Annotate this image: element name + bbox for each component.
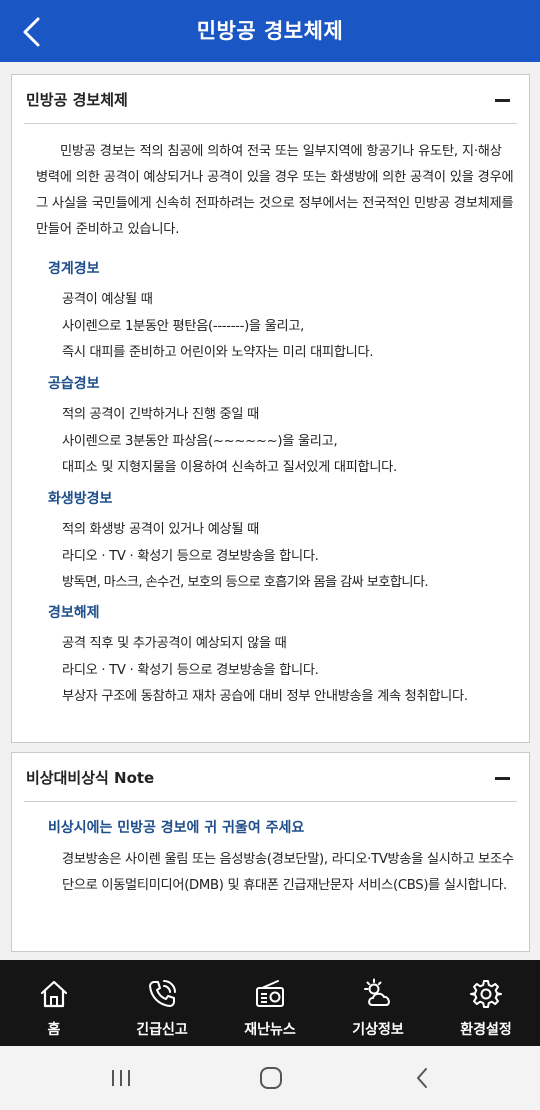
tab-home[interactable]: 홈 (0, 960, 108, 1046)
phone-call-icon (149, 980, 176, 1007)
tab-label: 홈 (47, 1022, 61, 1038)
card-title: 비상대비상식 Note (26, 769, 155, 787)
section-line: 사이렌으로 3분동안 파상음(~~~~~~)을 울리고, (62, 433, 338, 449)
tab-emergency-report[interactable]: 긴급신고 (108, 960, 216, 1046)
section-line: 공격 직후 및 추가공격이 예상되지 않을 때 (62, 636, 287, 651)
gear-icon (470, 980, 502, 1008)
intro-paragraph: 민방공 경보는 적의 침공에 의하여 전국 또는 일부지역에 항공기나 유도탄,… (36, 144, 514, 237)
weather-icon (364, 978, 390, 1006)
recent-apps-button[interactable] (101, 1062, 141, 1094)
tab-disaster-news[interactable]: 재난뉴스 (216, 960, 324, 1046)
section-title: 경계경보 (48, 261, 100, 277)
section-title: 화생방경보 (48, 491, 113, 507)
tab-label: 재난뉴스 (244, 1022, 296, 1038)
section-body: 공격이 예상될 때 사이렌으로 1분동안 평탄음(-------)을 울리고, … (48, 287, 517, 367)
note-body: 경보방송은 사이렌 울림 또는 음성방송(경보단말), 라디오·TV방송을 실시… (62, 852, 514, 893)
collapse-button[interactable] (491, 89, 513, 111)
home-nav-button[interactable] (251, 1062, 291, 1094)
tab-label: 기상정보 (352, 1022, 404, 1038)
section-line: 라디오 · TV · 확성기 등으로 경보방송을 합니다. (62, 548, 319, 564)
back-icon (417, 1068, 427, 1088)
section-air-raid: 공습경보 적의 공격이 긴박하거나 진행 중일 때 사이렌으로 3분동안 파상음… (48, 370, 517, 482)
page-title: 민방공 경보체제 (196, 19, 344, 43)
radio-icon (256, 980, 284, 1007)
system-navigation-bar (0, 1046, 540, 1110)
bottom-tab-bar: 홈 긴급신고 재난뉴스 기상정보 환경설정 (0, 960, 540, 1046)
minus-icon (494, 776, 510, 780)
recent-apps-icon (112, 1070, 130, 1086)
section-line: 대피소 및 지형지물을 이용하여 신속하고 질서있게 대피합니다. (62, 460, 397, 475)
card-title: 민방공 경보체제 (26, 91, 128, 109)
home-icon (40, 980, 68, 1008)
section-all-clear: 경보해제 공격 직후 및 추가공격이 예상되지 않을 때 라디오 · TV · … (48, 599, 517, 711)
minus-icon (494, 98, 510, 102)
app-header: 민방공 경보체제 (0, 0, 540, 62)
section-line: 사이렌으로 1분동안 평탄음(-------)을 울리고, (62, 318, 305, 334)
section-line: 적의 화생방 공격이 있거나 예상될 때 (62, 522, 259, 537)
section-title: 경보해제 (48, 605, 100, 621)
section-line: 공격이 예상될 때 (62, 292, 153, 307)
emergency-note-card: 비상대비상식 Note 비상시에는 민방공 경보에 귀 귀울여 주세요 경보방송… (11, 752, 530, 952)
content-area[interactable]: 민방공 경보체제 민방공 경보는 적의 침공에 의하여 전국 또는 일부지역에 … (0, 62, 540, 960)
section-line: 방독면, 마스크, 손수건, 보호의 등으로 호흡기와 몸을 감싸 보호합니다. (62, 575, 429, 590)
tab-label: 환경설정 (460, 1022, 512, 1038)
section-line: 적의 공격이 긴박하거나 진행 중일 때 (62, 407, 259, 422)
tab-weather-info[interactable]: 기상정보 (324, 960, 432, 1046)
card-header[interactable]: 비상대비상식 Note (24, 753, 517, 802)
collapse-button[interactable] (491, 767, 513, 789)
tab-settings[interactable]: 환경설정 (432, 960, 540, 1046)
warning-system-card: 민방공 경보체제 민방공 경보는 적의 침공에 의하여 전국 또는 일부지역에 … (11, 74, 530, 743)
back-nav-button[interactable] (402, 1062, 442, 1094)
section-body: 공격 직후 및 추가공격이 예상되지 않을 때 라디오 · TV · 확성기 등… (48, 631, 517, 711)
section-body: 적의 공격이 긴박하거나 진행 중일 때 사이렌으로 3분동안 파상음(~~~~… (48, 402, 517, 482)
section-cbr-warning: 화생방경보 적의 화생방 공격이 있거나 예상될 때 라디오 · TV · 확성… (48, 485, 517, 597)
section-line: 즉시 대피를 준비하고 어린이와 노약자는 미리 대피합니다. (62, 345, 374, 360)
tab-label: 긴급신고 (136, 1022, 188, 1038)
section-alert-warning: 경계경보 공격이 예상될 때 사이렌으로 1분동안 평탄음(-------)을 … (48, 255, 517, 367)
section-line: 부상자 구조에 동참하고 재차 공습에 대비 정부 안내방송을 계속 청취합니다… (62, 689, 468, 704)
section-body: 적의 화생방 공격이 있거나 예상될 때 라디오 · TV · 확성기 등으로 … (48, 517, 517, 597)
note-subtitle: 비상시에는 민방공 경보에 귀 귀울여 주세요 (48, 820, 305, 836)
section-title: 공습경보 (48, 376, 100, 392)
home-button-icon (260, 1067, 282, 1089)
card-header[interactable]: 민방공 경보체제 (24, 75, 517, 124)
section-line: 라디오 · TV · 확성기 등으로 경보방송을 합니다. (62, 662, 319, 678)
